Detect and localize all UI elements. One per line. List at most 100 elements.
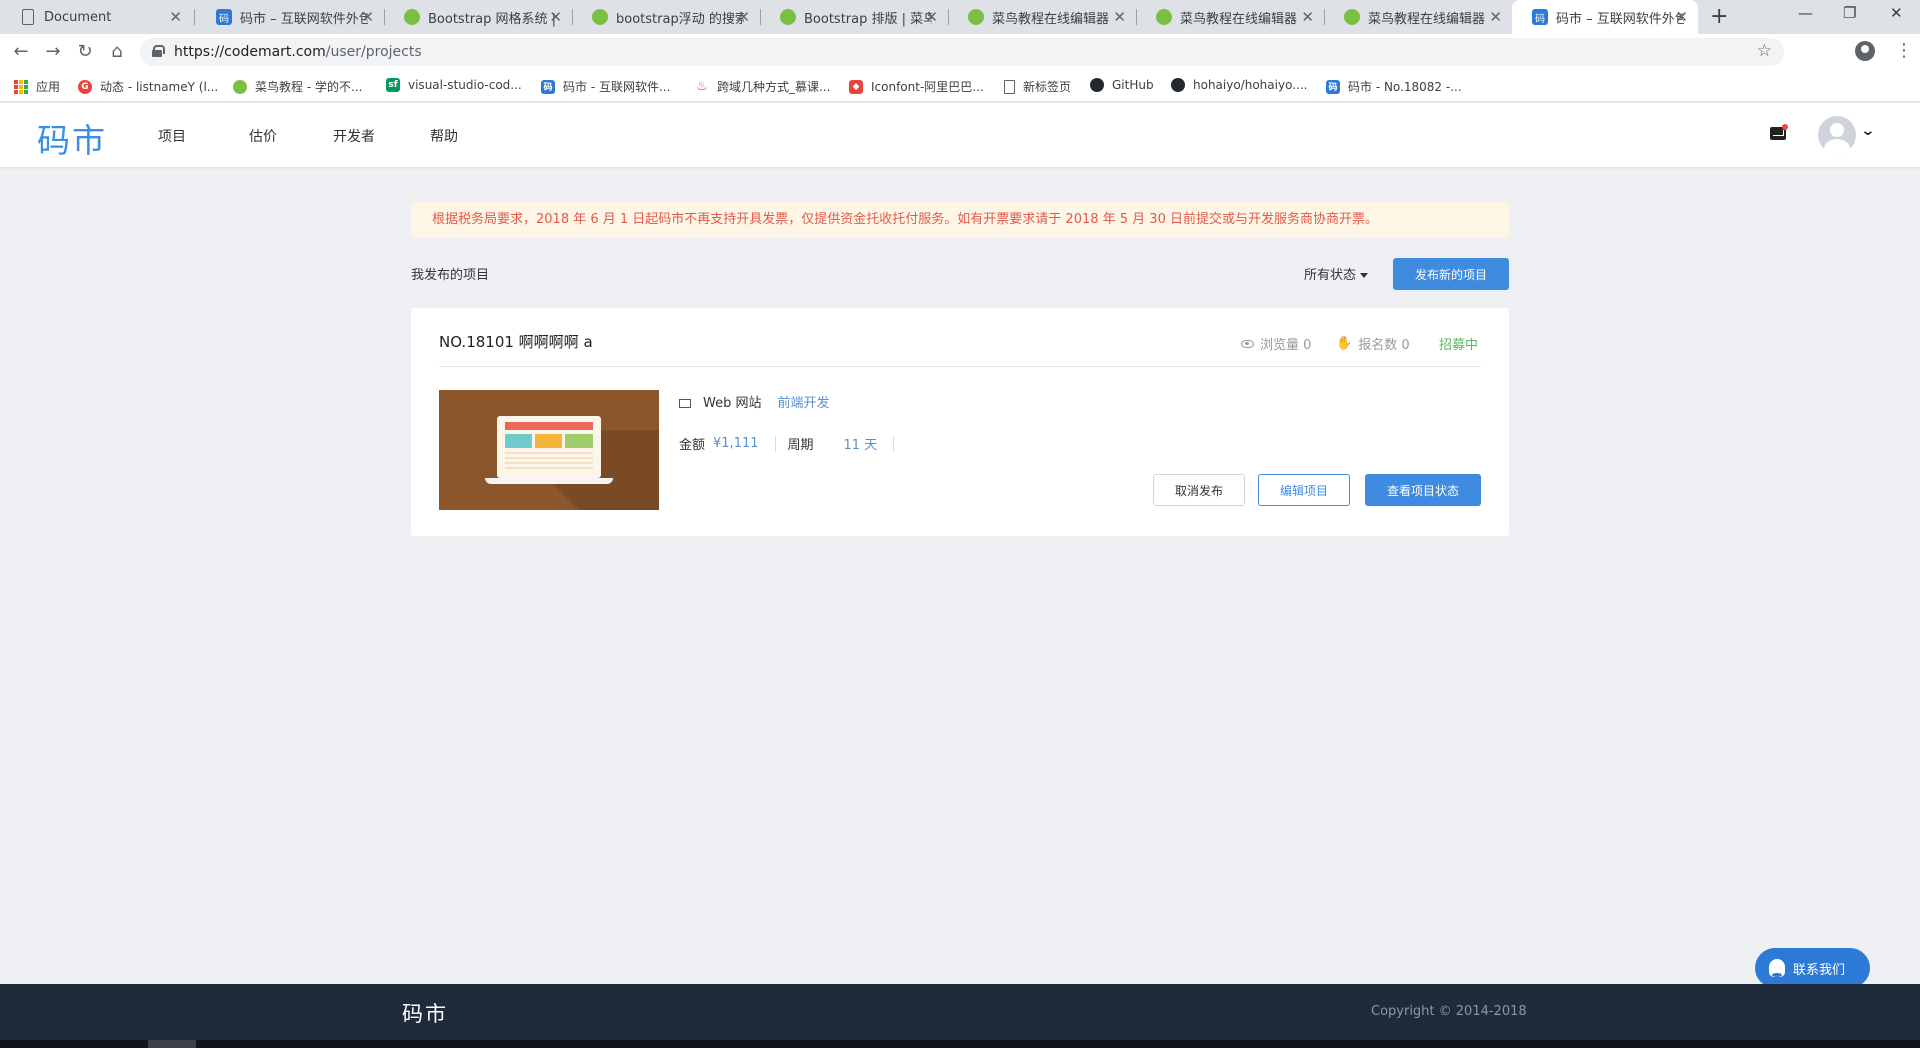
status-filter-dropdown[interactable]: 所有状态: [1304, 264, 1369, 283]
browser-tab[interactable]: Bootstrap 网格系统 | 菜 ✕: [384, 0, 572, 34]
browser-tab-active[interactable]: 码 码市 – 互联网软件外包 ✕: [1512, 0, 1698, 34]
publish-project-button[interactable]: 发布新的项目: [1393, 258, 1509, 290]
site-logo[interactable]: 码市: [37, 114, 107, 162]
runoob-icon: [780, 9, 796, 25]
browser-tab-bar: Document ✕ 码 码市 – 互联网软件外包 ✕ Bootstrap 网格…: [0, 0, 1920, 34]
close-icon[interactable]: ✕: [1675, 8, 1688, 26]
edit-project-button[interactable]: 编辑项目: [1258, 474, 1350, 506]
minimize-icon[interactable]: —: [1798, 4, 1813, 22]
project-tag: 前端开发: [777, 396, 830, 411]
bookmark-item[interactable]: ◆ Iconfont-阿里巴巴...: [849, 78, 984, 95]
period-label: 周期: [787, 438, 814, 453]
tab-title: 菜鸟教程在线编辑器: [992, 11, 1110, 27]
signup-count: ✋ 报名数 0: [1336, 334, 1410, 353]
view-project-status-button[interactable]: 查看项目状态: [1365, 474, 1481, 506]
runoob-icon: [233, 79, 247, 94]
project-type-row: Web 网站 前端开发: [679, 392, 830, 411]
page-title: 我发布的项目: [411, 268, 490, 283]
browser-menu-icon[interactable]: ⋮: [1895, 40, 1913, 61]
bookmark-item[interactable]: 新标签页: [1004, 78, 1071, 95]
close-icon[interactable]: ✕: [1301, 8, 1314, 26]
bookmark-label: 码市 - No.18082 -...: [1348, 80, 1462, 94]
bookmark-item[interactable]: 码 码市 - No.18082 -...: [1326, 78, 1462, 95]
forward-icon[interactable]: →: [42, 41, 64, 63]
close-icon[interactable]: ✕: [361, 8, 374, 26]
tab-title: 菜鸟教程在线编辑器: [1368, 11, 1486, 27]
caret-down-icon: [1360, 273, 1369, 278]
bookmark-item[interactable]: 菜鸟教程 - 学的不...: [233, 78, 362, 95]
url-text: https://codemart.com/user/projects: [174, 44, 422, 60]
status-filter-label: 所有状态: [1304, 268, 1357, 283]
cancel-publish-button[interactable]: 取消发布: [1153, 474, 1245, 506]
browser-tab[interactable]: 码 码市 – 互联网软件外包 ✕: [196, 0, 384, 34]
browser-tab[interactable]: Document ✕: [0, 0, 192, 34]
bookmark-item[interactable]: GitHub: [1090, 78, 1154, 92]
nav-projects[interactable]: 项目: [158, 126, 186, 146]
window-close-icon[interactable]: ✕: [1890, 4, 1903, 22]
bookmark-label: Iconfont-阿里巴巴...: [871, 80, 984, 94]
amount-value: ¥1,111: [713, 436, 759, 451]
browser-tab[interactable]: 菜鸟教程在线编辑器 ✕: [948, 0, 1136, 34]
chevron-down-icon[interactable]: ⌄: [1860, 123, 1875, 139]
site-header: 码市 项目 估价 开发者 帮助 ⌄: [0, 103, 1920, 167]
fire-icon: ♨: [696, 79, 708, 94]
tab-title: 菜鸟教程在线编辑器: [1180, 11, 1298, 27]
copyright: Copyright © 2014-2018: [1371, 1004, 1527, 1019]
close-icon[interactable]: ✕: [1113, 8, 1126, 26]
close-icon[interactable]: ✕: [1489, 8, 1502, 26]
new-tab-icon[interactable]: +: [1710, 4, 1728, 29]
home-icon[interactable]: ⌂: [106, 41, 128, 63]
contact-us-button[interactable]: 联系我们: [1755, 948, 1870, 988]
close-icon[interactable]: ✕: [169, 8, 182, 26]
browser-tab[interactable]: 菜鸟教程在线编辑器 ✕: [1324, 0, 1512, 34]
avatar[interactable]: [1818, 116, 1856, 154]
codemart-icon: 码: [541, 79, 555, 94]
restore-icon[interactable]: ❐: [1843, 4, 1856, 22]
bookmark-item[interactable]: G 动态 - listnameY (l...: [78, 78, 218, 95]
iconfont-icon: ◆: [849, 79, 863, 94]
bookmark-item[interactable]: 码 码市 - 互联网软件...: [541, 78, 670, 95]
close-icon[interactable]: ✕: [925, 8, 938, 26]
bookmark-label: 应用: [36, 80, 61, 94]
g-icon: G: [78, 79, 92, 94]
bookmark-label: 动态 - listnameY (l...: [100, 80, 219, 94]
project-thumbnail[interactable]: [439, 390, 659, 510]
runoob-icon: [1156, 9, 1172, 25]
project-title[interactable]: NO.18101 啊啊啊啊 a: [439, 331, 593, 352]
bookmark-label: 跨域几种方式_慕课...: [717, 80, 831, 94]
sf-icon: sf: [386, 78, 400, 92]
tab-title: bootstrap浮动 的搜索: [616, 11, 744, 27]
bookmark-item[interactable]: sf visual-studio-cod...: [386, 78, 522, 92]
back-icon[interactable]: ←: [10, 41, 32, 63]
bookmark-item[interactable]: ♨ 跨域几种方式_慕课...: [695, 78, 830, 95]
bookmarks-bar: 应用 G 动态 - listnameY (l... 菜鸟教程 - 学的不... …: [0, 70, 1920, 102]
browser-tab[interactable]: Bootstrap 排版 | 菜鸟 ✕: [760, 0, 948, 34]
tab-title: Bootstrap 排版 | 菜鸟: [804, 11, 932, 27]
reload-icon[interactable]: ↻: [74, 41, 96, 63]
nav-estimate[interactable]: 估价: [249, 126, 277, 146]
view-count-label: 浏览量 0: [1260, 338, 1312, 353]
bookmark-apps[interactable]: 应用: [14, 78, 60, 95]
divider: [893, 435, 895, 452]
hand-icon: ✋: [1336, 336, 1353, 351]
bookmark-item[interactable]: hohaiyo/hohaiyo....: [1171, 78, 1307, 92]
monitor-icon: [679, 399, 691, 408]
apps-icon: [14, 79, 28, 94]
tab-title: Bootstrap 网格系统 | 菜: [428, 11, 556, 27]
tab-title: Document: [44, 9, 112, 25]
bookmark-star-icon[interactable]: ☆: [1757, 41, 1772, 61]
signup-count-label: 报名数 0: [1358, 338, 1410, 353]
browser-toolbar: ← → ↻ ⌂ https://codemart.com/user/projec…: [0, 34, 1920, 70]
close-icon[interactable]: ✕: [737, 8, 750, 26]
url-host: https://codemart.com: [174, 44, 326, 60]
nav-developers[interactable]: 开发者: [333, 126, 375, 146]
bookmark-label: 菜鸟教程 - 学的不...: [255, 80, 363, 94]
browser-account-icon[interactable]: [1855, 41, 1875, 61]
divider: [774, 435, 776, 452]
notification-dot: [1782, 124, 1788, 130]
close-icon[interactable]: ✕: [549, 8, 562, 26]
nav-help[interactable]: 帮助: [430, 126, 458, 146]
browser-tab[interactable]: 菜鸟教程在线编辑器 ✕: [1136, 0, 1324, 34]
browser-tab[interactable]: bootstrap浮动 的搜索 ✕: [572, 0, 760, 34]
address-bar[interactable]: https://codemart.com/user/projects ☆: [140, 38, 1784, 66]
